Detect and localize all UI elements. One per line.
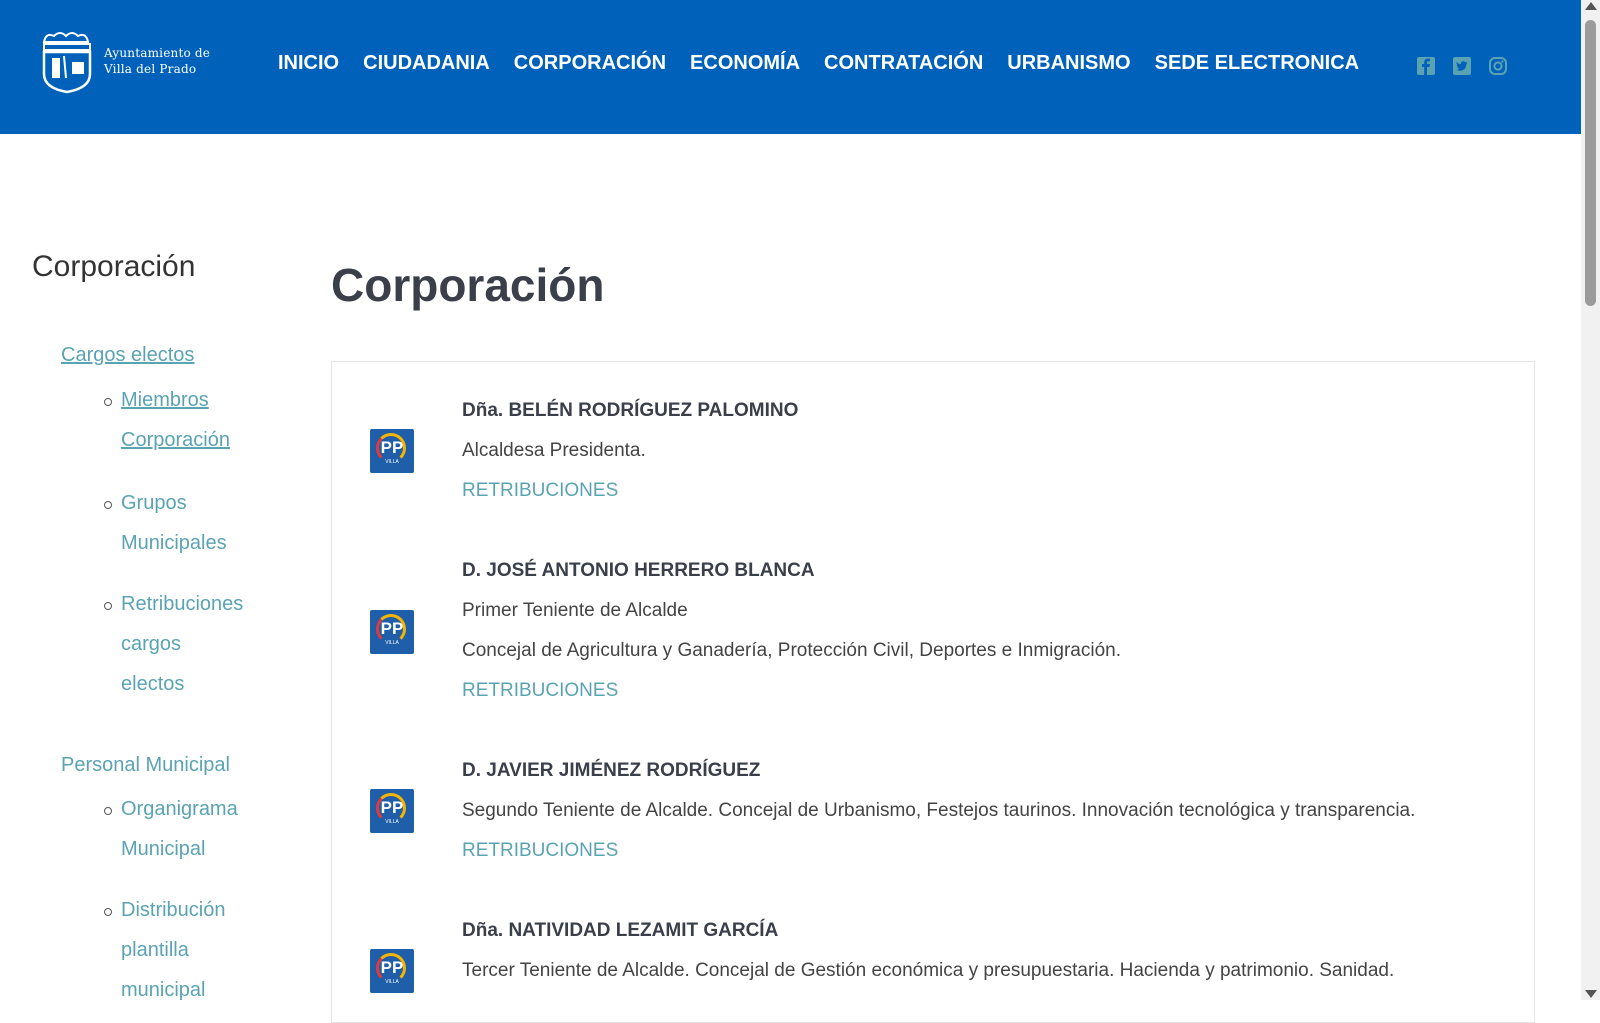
party-logo-icon: PP VILLA [370,789,414,833]
site-logo[interactable]: Ayuntamiento de Villa del Prado [36,28,210,94]
nav-urbanismo[interactable]: URBANISMO [1007,52,1130,75]
list-bullet [104,807,112,815]
vertical-scrollbar[interactable] [1581,0,1600,1000]
instagram-icon[interactable] [1488,56,1508,76]
member-name: D. JAVIER JIMÉNEZ RODRÍGUEZ [462,760,761,781]
member-role: Tercer Teniente de Alcalde. Concejal de … [462,960,1395,981]
scrollbar-thumb[interactable] [1585,20,1596,306]
sidebar-link-distribucion[interactable]: Distribución [121,890,225,930]
twitter-icon[interactable] [1452,56,1472,76]
sidebar-link-miembros[interactable]: Miembros [121,380,209,420]
list-bullet [104,501,112,509]
member-role: Concejal de Agricultura y Ganadería, Pro… [462,640,1121,661]
list-bullet [104,908,112,916]
member-name: Dña. BELÉN RODRÍGUEZ PALOMINO [462,400,799,421]
party-logo-icon: PP VILLA [370,949,414,993]
sidebar-link-miembros-cont[interactable]: Corporación [121,420,230,460]
sidebar-link-grupos-cont[interactable]: Municipales [121,523,227,563]
sidebar-link-personal-municipal[interactable]: Personal Municipal [61,745,230,785]
nav-ciudadania[interactable]: CIUDADANIA [363,52,490,75]
member-card: D. JOSÉ ANTONIO HERRERO BLANCA Primer Te… [462,551,1121,711]
social-links [1416,56,1508,76]
list-bullet [104,398,112,406]
nav-inicio[interactable]: INICIO [278,52,339,75]
member-card: Dña. BELÉN RODRÍGUEZ PALOMINO Alcaldesa … [462,391,798,511]
sidebar-link-grupos[interactable]: Grupos [121,483,187,523]
nav-corporacion[interactable]: CORPORACIÓN [514,52,666,75]
facebook-icon[interactable] [1416,56,1436,76]
coat-of-arms-icon [42,32,92,94]
sidebar-link-distribucion-cont-2[interactable]: municipal [121,970,205,1010]
logo-line-2: Villa del Prado [104,62,197,76]
nav-economia[interactable]: ECONOMÍA [690,52,800,75]
scroll-up-arrow-icon[interactable] [1585,2,1597,10]
member-name: D. JOSÉ ANTONIO HERRERO BLANCA [462,560,815,581]
scroll-down-arrow-icon[interactable] [1585,990,1597,998]
nav-contratacion[interactable]: CONTRATACIÓN [824,52,983,75]
retribuciones-link[interactable]: RETRIBUCIONES [462,680,618,701]
main-nav: INICIO CIUDADANIA CORPORACIÓN ECONOMÍA C… [278,52,1359,75]
sidebar-title: Corporación [32,250,196,283]
page-title: Corporación [331,259,605,311]
member-card: D. JAVIER JIMÉNEZ RODRÍGUEZ Segundo Teni… [462,751,1415,871]
site-header: Ayuntamiento de Villa del Prado INICIO C… [0,0,1581,134]
party-logo-icon: PP VILLA [370,610,414,654]
sidebar-link-retribuciones[interactable]: Retribuciones [121,584,243,624]
sidebar-link-distribucion-cont-1[interactable]: plantilla [121,930,189,970]
sidebar-link-organigrama[interactable]: Organigrama [121,789,238,829]
retribuciones-link[interactable]: RETRIBUCIONES [462,480,618,501]
retribuciones-link[interactable]: RETRIBUCIONES [462,840,618,861]
sidebar-link-organigrama-cont[interactable]: Municipal [121,829,205,869]
sidebar-link-retribuciones-cont-2[interactable]: electos [121,664,184,704]
member-role: Primer Teniente de Alcalde [462,600,688,621]
member-role: Segundo Teniente de Alcalde. Concejal de… [462,800,1416,821]
party-logo-icon: PP VILLA [370,429,414,473]
sidebar-link-cargos-electos[interactable]: Cargos electos [61,335,194,375]
logo-line-1: Ayuntamiento de [104,46,211,60]
member-name: Dña. NATIVIDAD LEZAMIT GARCÍA [462,920,779,941]
nav-sede-electronica[interactable]: SEDE ELECTRONICA [1155,52,1359,75]
list-bullet [104,602,112,610]
member-role: Alcaldesa Presidenta. [462,440,646,461]
sidebar-link-retribuciones-cont-1[interactable]: cargos [121,624,181,664]
member-card: Dña. NATIVIDAD LEZAMIT GARCÍA Tercer Ten… [462,911,1394,991]
